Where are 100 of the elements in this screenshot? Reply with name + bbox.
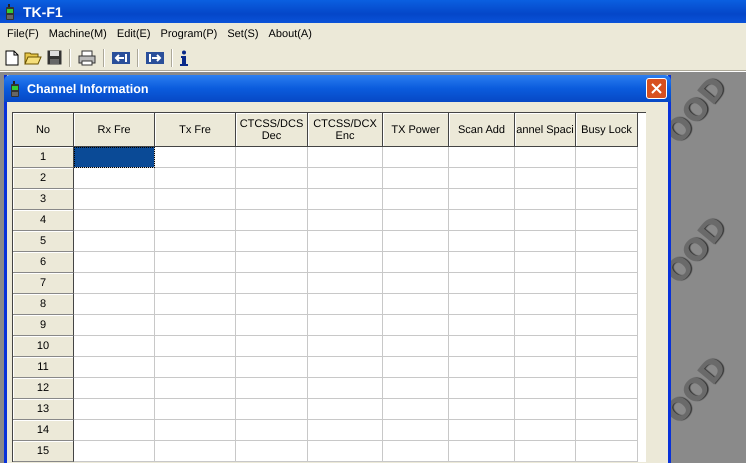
table-cell[interactable] bbox=[236, 294, 308, 315]
column-header[interactable]: Tx Fre bbox=[155, 113, 236, 147]
column-header[interactable]: TX Power bbox=[383, 113, 449, 147]
table-cell[interactable] bbox=[74, 231, 155, 252]
table-cell[interactable] bbox=[383, 441, 449, 462]
table-cell[interactable] bbox=[383, 357, 449, 378]
table-cell[interactable] bbox=[383, 315, 449, 336]
table-cell[interactable] bbox=[155, 273, 236, 294]
table-cell[interactable] bbox=[515, 189, 576, 210]
menu-item[interactable]: Machine(M) bbox=[44, 28, 112, 40]
table-cell[interactable] bbox=[74, 420, 155, 441]
table-cell[interactable] bbox=[383, 168, 449, 189]
table-cell[interactable] bbox=[74, 294, 155, 315]
table-cell[interactable] bbox=[449, 399, 515, 420]
folder-icon[interactable] bbox=[24, 50, 42, 65]
table-cell[interactable] bbox=[308, 336, 383, 357]
table-cell[interactable] bbox=[308, 399, 383, 420]
table-cell[interactable] bbox=[449, 147, 515, 168]
table-cell[interactable] bbox=[74, 189, 155, 210]
menu-item[interactable]: File(F) bbox=[2, 28, 44, 40]
table-cell[interactable] bbox=[515, 273, 576, 294]
table-cell[interactable] bbox=[236, 357, 308, 378]
table-cell[interactable] bbox=[576, 357, 638, 378]
table-cell[interactable] bbox=[383, 378, 449, 399]
table-cell[interactable] bbox=[449, 252, 515, 273]
column-header[interactable]: CTCSS/DCX Enc bbox=[308, 113, 383, 147]
table-cell[interactable] bbox=[449, 231, 515, 252]
info-icon[interactable] bbox=[180, 50, 188, 66]
close-button[interactable] bbox=[646, 78, 667, 99]
table-cell[interactable] bbox=[449, 168, 515, 189]
column-header[interactable]: Scan Add bbox=[449, 113, 515, 147]
table-cell[interactable] bbox=[155, 189, 236, 210]
table-cell[interactable] bbox=[308, 147, 383, 168]
menu-item[interactable]: Edit(E) bbox=[112, 28, 156, 40]
table-cell[interactable] bbox=[576, 210, 638, 231]
table-cell[interactable] bbox=[236, 441, 308, 462]
table-cell[interactable] bbox=[308, 357, 383, 378]
table-cell[interactable] bbox=[576, 273, 638, 294]
table-cell[interactable] bbox=[576, 336, 638, 357]
table-cell[interactable] bbox=[155, 168, 236, 189]
table-cell[interactable] bbox=[308, 420, 383, 441]
table-cell[interactable] bbox=[155, 210, 236, 231]
table-cell[interactable] bbox=[576, 147, 638, 168]
column-header[interactable]: annel Spaci bbox=[515, 113, 576, 147]
table-cell[interactable] bbox=[155, 315, 236, 336]
table-cell[interactable] bbox=[383, 273, 449, 294]
table-cell[interactable] bbox=[449, 336, 515, 357]
table-cell[interactable] bbox=[236, 189, 308, 210]
table-cell[interactable] bbox=[515, 210, 576, 231]
table-cell[interactable] bbox=[308, 168, 383, 189]
table-cell[interactable] bbox=[576, 441, 638, 462]
table-cell[interactable] bbox=[74, 273, 155, 294]
table-cell[interactable] bbox=[449, 294, 515, 315]
table-cell[interactable] bbox=[74, 441, 155, 462]
table-cell[interactable] bbox=[383, 294, 449, 315]
menu-item[interactable]: Set(S) bbox=[222, 28, 264, 40]
table-cell[interactable] bbox=[236, 420, 308, 441]
table-cell[interactable] bbox=[155, 378, 236, 399]
column-header[interactable]: Busy Lock bbox=[576, 113, 638, 147]
table-cell[interactable] bbox=[155, 420, 236, 441]
table-cell[interactable] bbox=[236, 399, 308, 420]
table-cell[interactable] bbox=[449, 189, 515, 210]
table-cell[interactable] bbox=[74, 252, 155, 273]
table-cell[interactable] bbox=[515, 378, 576, 399]
table-cell[interactable] bbox=[74, 399, 155, 420]
table-cell[interactable] bbox=[308, 441, 383, 462]
table-cell[interactable] bbox=[236, 147, 308, 168]
table-cell[interactable] bbox=[383, 189, 449, 210]
table-cell[interactable] bbox=[515, 336, 576, 357]
table-cell[interactable] bbox=[515, 168, 576, 189]
column-header[interactable]: CTCSS/DCS Dec bbox=[236, 113, 308, 147]
selected-cell[interactable] bbox=[74, 147, 155, 168]
table-cell[interactable] bbox=[236, 231, 308, 252]
table-cell[interactable] bbox=[515, 420, 576, 441]
column-header[interactable]: No bbox=[13, 113, 74, 147]
table-cell[interactable] bbox=[155, 357, 236, 378]
table-cell[interactable] bbox=[576, 420, 638, 441]
table-cell[interactable] bbox=[155, 147, 236, 168]
table-cell[interactable] bbox=[515, 147, 576, 168]
table-cell[interactable] bbox=[383, 399, 449, 420]
table-cell[interactable] bbox=[74, 357, 155, 378]
table-cell[interactable] bbox=[515, 441, 576, 462]
table-cell[interactable] bbox=[236, 210, 308, 231]
table-cell[interactable] bbox=[308, 378, 383, 399]
table-cell[interactable] bbox=[515, 357, 576, 378]
table-cell[interactable] bbox=[515, 231, 576, 252]
menu-item[interactable]: About(A) bbox=[264, 28, 317, 40]
table-cell[interactable] bbox=[383, 210, 449, 231]
table-cell[interactable] bbox=[74, 378, 155, 399]
table-cell[interactable] bbox=[155, 336, 236, 357]
table-cell[interactable] bbox=[308, 210, 383, 231]
table-cell[interactable] bbox=[383, 252, 449, 273]
table-cell[interactable] bbox=[515, 315, 576, 336]
table-cell[interactable] bbox=[383, 231, 449, 252]
table-cell[interactable] bbox=[449, 315, 515, 336]
table-cell[interactable] bbox=[449, 441, 515, 462]
table-cell[interactable] bbox=[236, 315, 308, 336]
table-cell[interactable] bbox=[155, 441, 236, 462]
table-cell[interactable] bbox=[74, 315, 155, 336]
table-cell[interactable] bbox=[236, 336, 308, 357]
